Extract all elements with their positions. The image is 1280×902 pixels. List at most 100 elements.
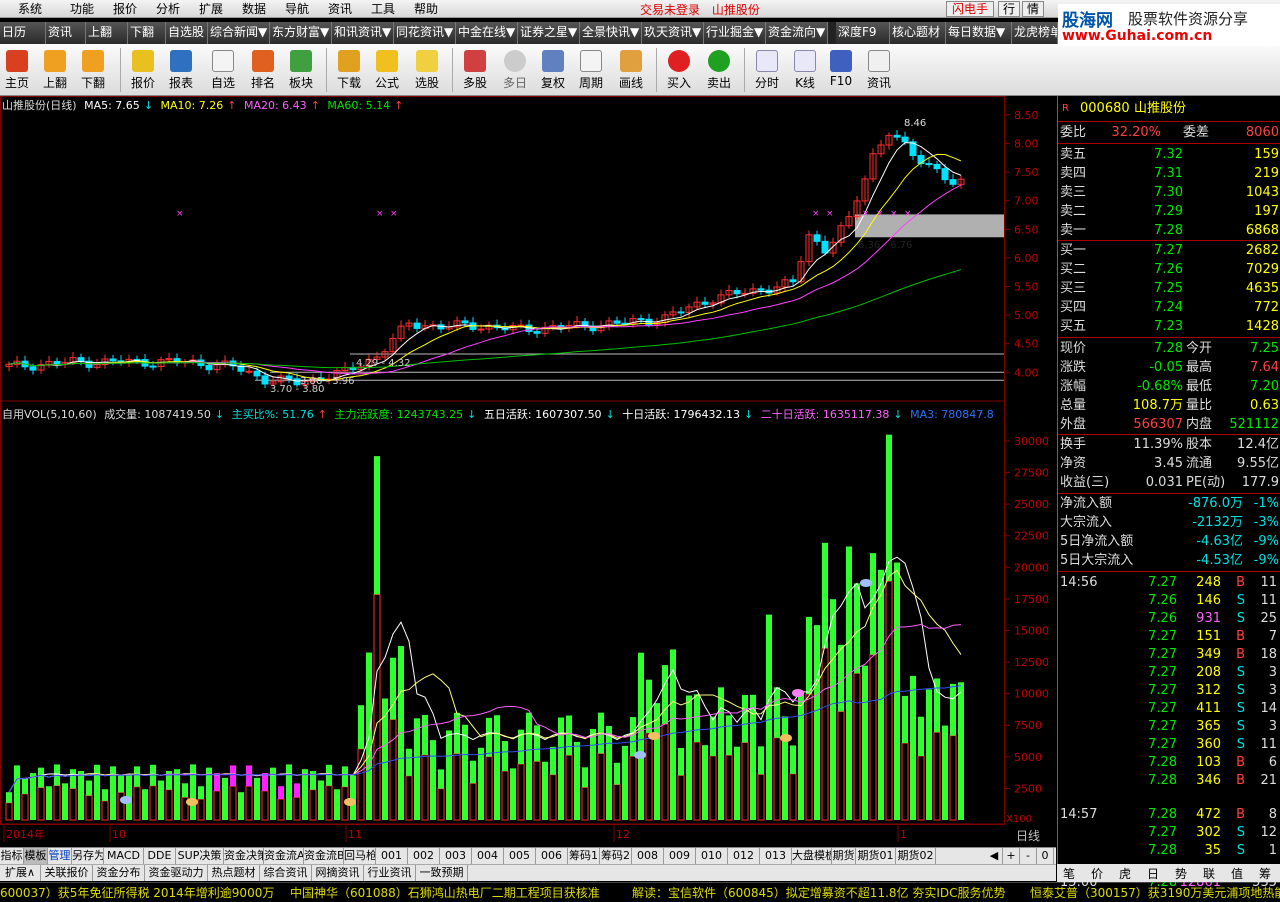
ticker-item[interactable]: 600037）获5年免征所得税 2014年增利逾9000万 [0, 884, 274, 902]
market-button-right[interactable]: 情 [1022, 1, 1044, 17]
indicator-tab-22[interactable]: 012 [728, 848, 760, 865]
chart-area[interactable]: 8.50 8.00 7.50 7.00 6.50 6.00 5.50 5.00 4.50 4.00… [0, 96, 1056, 844]
panel-tab-2[interactable]: 虎 [1119, 865, 1131, 882]
panel-tab-1[interactable]: 价 [1091, 865, 1103, 882]
tab-news[interactable]: 资讯 [46, 22, 86, 44]
menu-item-nav[interactable]: 导航 [285, 1, 309, 17]
trade-tick-row[interactable]: 7.27 365 S 3 [1058, 718, 1280, 736]
indicator-tab-11[interactable]: 001 [376, 848, 408, 865]
info-button[interactable]: 资讯 [864, 46, 894, 94]
tab-general-news[interactable]: 综合新闻▼ [208, 22, 270, 44]
page-up-button[interactable]: 上翻 [40, 46, 70, 94]
function-tab-0[interactable]: 扩展∧ [0, 865, 41, 881]
indicator-tab-0[interactable]: 指标 [0, 848, 24, 865]
tab-calendar[interactable]: 日历 [0, 22, 46, 44]
function-tab-6[interactable]: 网摘资讯 [312, 865, 364, 881]
indicator-tab-4[interactable]: MACD [104, 848, 144, 865]
panel-tab-4[interactable]: 势 [1175, 865, 1187, 882]
tab-eastmoney[interactable]: 东方财富▼ [270, 22, 332, 44]
watchlist-button[interactable]: 自选 [206, 46, 240, 94]
sell-button[interactable]: 卖出 [704, 46, 734, 94]
ticker-item[interactable]: 中国神华（601088）石狮鸿山热电厂二期工程项目获核准 [290, 884, 600, 902]
scroll-control-2[interactable]: - [1020, 848, 1037, 865]
indicator-tab-24[interactable]: 大盘模板 [792, 848, 832, 865]
indicator-tab-14[interactable]: 004 [472, 848, 504, 865]
function-tab-4[interactable]: 热点题材 [208, 865, 260, 881]
tab-p5w[interactable]: 全景快讯▼ [580, 22, 642, 44]
indicator-tab-16[interactable]: 006 [536, 848, 568, 865]
trade-tick-row[interactable]: 7.27 360 S 11 [1058, 736, 1280, 754]
tab-watchlist[interactable]: 自选股 [166, 22, 208, 44]
function-tab-3[interactable]: 资金驱动力 [145, 865, 208, 881]
tab-stockstar[interactable]: 证券之星▼ [518, 22, 580, 44]
indicator-tab-6[interactable]: SUP决策 [176, 848, 224, 865]
ticker-item[interactable]: 解读：宝信软件（600845）拟定增募资不超11.8亿 夯实IDC服务优势 [632, 884, 1006, 902]
menu-item-help[interactable]: 帮助 [414, 1, 438, 17]
trade-tick-row[interactable]: 7.27 411 S 14 [1058, 700, 1280, 718]
trade-tick-row[interactable]: 7.28 35 S 1 [1058, 842, 1280, 860]
period-button[interactable]: 周期 [576, 46, 606, 94]
quote-button[interactable]: 报价 [128, 46, 158, 94]
tab-daily-data[interactable]: 每日数据▼ [946, 22, 1012, 44]
indicator-tab-25[interactable]: 期货 [832, 848, 856, 865]
page-down-button[interactable]: 下翻 [78, 46, 108, 94]
panel-tab-0[interactable]: 笔 [1063, 865, 1075, 882]
indicator-tab-15[interactable]: 005 [504, 848, 536, 865]
buy-button[interactable]: 买入 [664, 46, 694, 94]
function-tab-5[interactable]: 综合资讯 [260, 865, 312, 881]
indicator-tab-26[interactable]: 期货01 [856, 848, 896, 865]
function-tab-7[interactable]: 行业资讯 [364, 865, 416, 881]
tab-cnfol[interactable]: 中金在线▼ [456, 22, 518, 44]
indicator-tab-8[interactable]: 资金流A [264, 848, 304, 865]
trade-tick-row[interactable]: 7.27 208 S 3 [1058, 664, 1280, 682]
trade-tick-row[interactable]: 7.27 151 B 7 [1058, 628, 1280, 646]
trade-tick-row[interactable]: 7.28 346 B 21 [1058, 772, 1280, 790]
indicator-tab-12[interactable]: 002 [408, 848, 440, 865]
sector-button[interactable]: 板块 [286, 46, 316, 94]
panel-tab-3[interactable]: 日 [1147, 865, 1159, 882]
kline-volume-chart[interactable]: 8.50 8.00 7.50 7.00 6.50 6.00 5.50 5.00 4.50 4.00… [0, 96, 1056, 844]
indicator-tab-19[interactable]: 008 [632, 848, 664, 865]
multi-day-button[interactable]: 多日 [500, 46, 530, 94]
trade-tick-row[interactable]: 7.27 302 S 12 [1058, 824, 1280, 842]
trade-tick-row[interactable]: 7.28 103 B 6 [1058, 754, 1280, 772]
menu-item-news[interactable]: 资讯 [328, 1, 352, 17]
trade-tick-row[interactable]: 7.27 349 B 18 [1058, 646, 1280, 664]
market-button-left[interactable]: 行 [998, 1, 1020, 17]
tab-industry[interactable]: 行业掘金▼ [704, 22, 766, 44]
indicator-tab-13[interactable]: 003 [440, 848, 472, 865]
trade-tick-row[interactable]: 14:57 7.28 472 B 8 [1058, 806, 1280, 824]
tab-core-theme[interactable]: 核心题材 [890, 22, 946, 44]
indicator-tab-7[interactable]: 资金决策 [224, 848, 264, 865]
menu-item-extend[interactable]: 扩展 [199, 1, 223, 17]
indicator-tab-10[interactable]: 回马枪 [344, 848, 376, 865]
report-button[interactable]: 报表 [166, 46, 196, 94]
function-tab-2[interactable]: 资金分布 [93, 865, 145, 881]
tab-dragon-tiger[interactable]: 龙虎榜单 [1012, 22, 1058, 44]
panel-tab-5[interactable]: 联 [1203, 865, 1215, 882]
stock-picker-button[interactable]: 选股 [410, 46, 444, 94]
menu-item-quote[interactable]: 报价 [113, 1, 137, 17]
indicator-tab-3[interactable]: 另存为 [72, 848, 104, 865]
f10-button[interactable]: F10 [826, 46, 856, 94]
function-tab-1[interactable]: 关联报价 [41, 865, 93, 881]
menu-item-function[interactable]: 功能 [70, 1, 94, 17]
tab-depth-f9[interactable]: 深度F9 [836, 22, 890, 44]
panel-tab-6[interactable]: 值 [1231, 865, 1243, 882]
tab-jiutian[interactable]: 玖天资讯▼ [642, 22, 704, 44]
indicator-tab-27[interactable]: 期货02 [896, 848, 936, 865]
scroll-control-1[interactable]: + [1003, 848, 1020, 865]
menu-item-analysis[interactable]: 分析 [156, 1, 180, 17]
draw-line-button[interactable]: 画线 [616, 46, 646, 94]
trade-tick-row[interactable]: 7.26 146 S 11 [1058, 592, 1280, 610]
indicator-tab-5[interactable]: DDE [144, 848, 176, 865]
flash-trade-button[interactable]: 闪电手 [946, 1, 994, 17]
menu-item-data[interactable]: 数据 [242, 1, 266, 17]
indicator-tab-21[interactable]: 010 [696, 848, 728, 865]
tab-fund-flow[interactable]: 资金流向▼ [766, 22, 828, 44]
home-button[interactable]: 主页 [2, 46, 32, 94]
formula-button[interactable]: 公式 [372, 46, 402, 94]
download-button[interactable]: 下载 [334, 46, 364, 94]
trade-tick-row[interactable]: 14:56 7.27 248 B 11 [1058, 574, 1280, 592]
multi-stock-button[interactable]: 多股 [460, 46, 490, 94]
